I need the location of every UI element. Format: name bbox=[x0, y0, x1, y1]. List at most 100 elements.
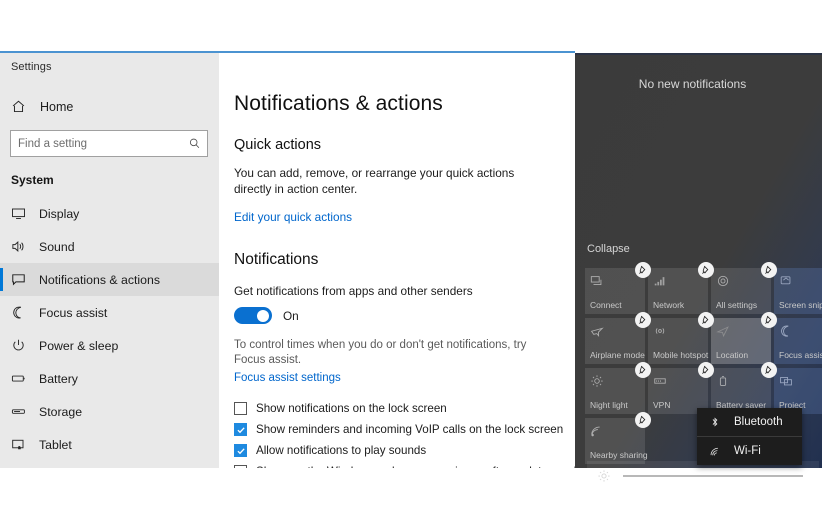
action-center: No new notifications Collapse Connect Ne… bbox=[575, 53, 822, 468]
tile-network[interactable]: Network bbox=[648, 262, 714, 314]
tablet-icon bbox=[11, 437, 33, 452]
unpin-icon[interactable] bbox=[761, 362, 777, 378]
bluetooth-wifi-flyout: Bluetooth Wi-Fi bbox=[697, 408, 802, 465]
tile-nearby-sharing[interactable]: Nearby sharing bbox=[585, 412, 651, 464]
notifications-heading: Notifications bbox=[234, 251, 319, 268]
search-icon[interactable] bbox=[184, 137, 204, 150]
brightness-slider-row[interactable] bbox=[587, 461, 819, 491]
tile-label: VPN bbox=[653, 400, 671, 410]
tile-mobile-hotspot[interactable]: Mobile hotspot bbox=[648, 312, 714, 364]
sidebar-label: Sound bbox=[39, 239, 75, 254]
no-new-notifications-text: No new notifications bbox=[638, 77, 747, 91]
moon-icon bbox=[779, 324, 822, 340]
sidebar-item-focus-assist[interactable]: Focus assist bbox=[0, 296, 219, 329]
unpin-icon[interactable] bbox=[698, 262, 714, 278]
checkbox-row-voip-reminders[interactable]: Show reminders and incoming VoIP calls o… bbox=[234, 423, 575, 436]
tile-label: Airplane mode bbox=[590, 350, 645, 360]
checkbox-row-welcome-experience[interactable]: Show me the Windows welcome experience a… bbox=[234, 465, 575, 468]
connect-icon bbox=[590, 274, 640, 290]
tile-connect[interactable]: Connect bbox=[585, 262, 651, 314]
sidebar-label: Focus assist bbox=[39, 305, 108, 320]
sun-icon bbox=[590, 374, 640, 390]
tile-focus-assist[interactable]: Focus assist bbox=[774, 318, 822, 364]
sidebar-label: Storage bbox=[39, 404, 83, 419]
notification-checkbox-group: Show notifications on the lock screen Sh… bbox=[234, 402, 575, 468]
sidebar-label: Battery bbox=[39, 371, 78, 386]
focus-assist-settings-link[interactable]: Focus assist settings bbox=[234, 372, 341, 384]
sidebar-item-sound[interactable]: Sound bbox=[0, 230, 219, 263]
unpin-icon[interactable] bbox=[635, 312, 651, 328]
sidebar-item-battery[interactable]: Battery bbox=[0, 362, 219, 395]
search-input[interactable] bbox=[11, 136, 184, 151]
tile-airplane-mode[interactable]: Airplane mode bbox=[585, 312, 651, 364]
unpin-icon[interactable] bbox=[698, 312, 714, 328]
bluetooth-icon bbox=[709, 416, 727, 428]
tile-all-settings[interactable]: All settings bbox=[711, 262, 777, 314]
unpin-icon[interactable] bbox=[761, 262, 777, 278]
tile-label: All settings bbox=[716, 300, 758, 310]
page-title: Notifications & actions bbox=[234, 92, 443, 115]
tile-location[interactable]: Location bbox=[711, 312, 777, 364]
notification-icon bbox=[11, 272, 33, 287]
unpin-icon[interactable] bbox=[635, 262, 651, 278]
network-icon bbox=[653, 274, 703, 290]
flyout-label: Bluetooth bbox=[734, 416, 783, 428]
tile-label: Connect bbox=[590, 300, 622, 310]
sidebar-item-display[interactable]: Display bbox=[0, 197, 219, 230]
flyout-item-wifi[interactable]: Wi-Fi bbox=[697, 436, 802, 465]
tile-screen-snip[interactable]: Screen snip bbox=[774, 268, 822, 314]
tile-label: Network bbox=[653, 300, 685, 310]
flyout-label: Wi-Fi bbox=[734, 445, 761, 457]
speaker-icon bbox=[11, 239, 33, 254]
gear-icon bbox=[716, 274, 766, 290]
unpin-icon[interactable] bbox=[698, 362, 714, 378]
sidebar: Settings Home Find a setting System Disp… bbox=[0, 53, 219, 468]
checkbox[interactable] bbox=[234, 423, 247, 436]
checkbox-row-lock-screen[interactable]: Show notifications on the lock screen bbox=[234, 402, 575, 415]
hotspot-icon bbox=[653, 324, 703, 340]
checkbox[interactable] bbox=[234, 402, 247, 415]
battery-saver-icon bbox=[716, 374, 766, 390]
edit-quick-actions-link[interactable]: Edit your quick actions bbox=[234, 210, 352, 224]
sidebar-item-storage[interactable]: Storage bbox=[0, 395, 219, 428]
sidebar-item-home[interactable]: Home bbox=[0, 92, 219, 121]
action-center-top-edge bbox=[575, 53, 822, 55]
search-box[interactable] bbox=[10, 130, 208, 157]
moon-icon bbox=[11, 305, 33, 320]
sidebar-item-tablet[interactable]: Tablet bbox=[0, 428, 219, 461]
unpin-icon[interactable] bbox=[761, 312, 777, 328]
checkbox-label: Allow notifications to play sounds bbox=[256, 444, 427, 457]
sidebar-item-power-and-sleep[interactable]: Power & sleep bbox=[0, 329, 219, 362]
sidebar-nav-list: Display Sound Notifications & actions Fo… bbox=[0, 197, 219, 461]
tile-label: Night light bbox=[590, 400, 628, 410]
sidebar-item-notifications-and-actions[interactable]: Notifications & actions bbox=[0, 263, 219, 296]
notifications-toggle-label: Get notifications from apps and other se… bbox=[234, 284, 473, 298]
flyout-item-bluetooth[interactable]: Bluetooth bbox=[697, 408, 802, 436]
checkbox-row-play-sounds[interactable]: Allow notifications to play sounds bbox=[234, 444, 575, 457]
window-title: Settings bbox=[11, 61, 52, 73]
collapse-button[interactable]: Collapse bbox=[587, 243, 630, 255]
tile-label: Screen snip bbox=[779, 300, 822, 310]
checkbox-label: Show me the Windows welcome experience a… bbox=[256, 465, 575, 468]
title-bar: Settings bbox=[0, 53, 219, 81]
power-icon bbox=[11, 338, 33, 353]
toggle-knob bbox=[257, 309, 269, 322]
checkbox-label: Show notifications on the lock screen bbox=[256, 402, 447, 415]
unpin-icon[interactable] bbox=[635, 412, 651, 428]
checkbox[interactable] bbox=[234, 465, 247, 468]
nearby-share-icon bbox=[590, 424, 640, 440]
unpin-icon[interactable] bbox=[635, 362, 651, 378]
sidebar-label: Tablet bbox=[39, 437, 72, 452]
brightness-slider-track[interactable] bbox=[623, 475, 803, 477]
sidebar-section-header: System bbox=[11, 173, 54, 187]
screen: Settings Home Find a setting System Disp… bbox=[0, 0, 822, 522]
tile-night-light[interactable]: Night light bbox=[585, 362, 651, 414]
checkbox[interactable] bbox=[234, 444, 247, 457]
notifications-toggle[interactable] bbox=[234, 307, 272, 324]
main-content: Notifications & actions Quick actions Yo… bbox=[219, 53, 575, 468]
snip-icon bbox=[779, 274, 822, 290]
checkbox-label: Show reminders and incoming VoIP calls o… bbox=[256, 423, 564, 436]
location-icon bbox=[716, 324, 766, 340]
storage-icon bbox=[11, 404, 33, 419]
brightness-icon bbox=[597, 469, 611, 483]
